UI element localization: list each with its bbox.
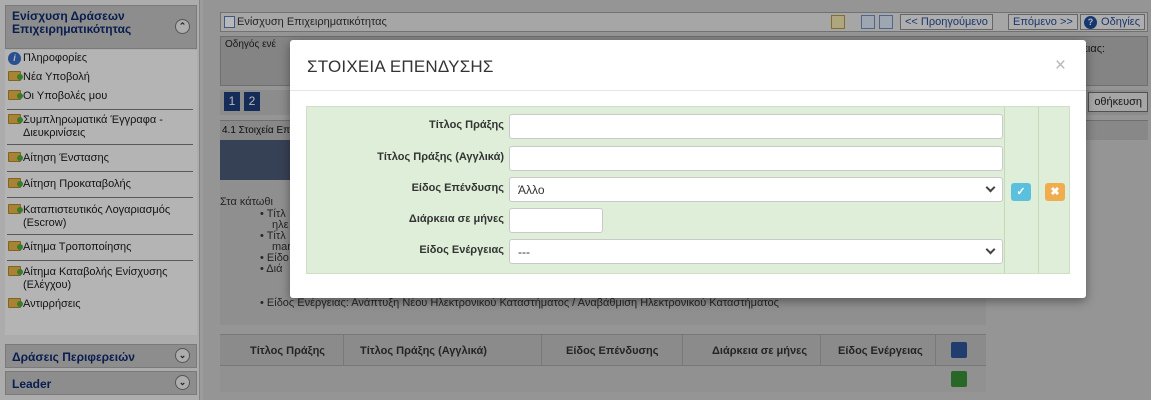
investment-type-label: Είδος Επένδυσης: [411, 182, 504, 194]
accept-column: ✓: [1004, 107, 1037, 273]
selected-value: ---: [518, 245, 530, 259]
title-en-input[interactable]: [509, 146, 1003, 171]
check-icon[interactable]: ✓: [1011, 183, 1031, 201]
duration-input[interactable]: [509, 208, 603, 233]
investment-modal: ΣΤΟΙΧΕΙΑ ΕΠΕΝΔΥΣΗΣ × Τίτλος Πράξης Τίτλο…: [290, 40, 1086, 298]
investment-type-select[interactable]: Άλλο: [509, 177, 1003, 202]
modal-title: ΣΤΟΙΧΕΙΑ ΕΠΕΝΔΥΣΗΣ: [307, 57, 494, 76]
close-icon[interactable]: ×: [1055, 56, 1066, 75]
action-type-label: Είδος Ενέργειας: [419, 244, 504, 256]
cancel-icon[interactable]: ✖: [1045, 183, 1065, 201]
action-type-select[interactable]: ---: [509, 239, 1003, 264]
divider: [290, 90, 1086, 91]
duration-label: Διάρκεια σε μήνες: [408, 213, 504, 225]
title-input[interactable]: [509, 114, 1003, 139]
selected-value: Άλλο: [518, 183, 545, 197]
chevron-down-icon: [985, 244, 996, 255]
investment-form: Τίτλος Πράξης Τίτλος Πράξης (Αγγλικά) Εί…: [306, 106, 1070, 274]
chevron-down-icon: [985, 182, 996, 193]
cancel-column: ✖: [1038, 107, 1070, 273]
title-en-label: Τίτλος Πράξης (Αγγλικά): [377, 151, 504, 163]
title-label: Τίτλος Πράξης: [428, 119, 504, 131]
form-fields: Τίτλος Πράξης Τίτλος Πράξης (Αγγλικά) Εί…: [307, 107, 1003, 273]
